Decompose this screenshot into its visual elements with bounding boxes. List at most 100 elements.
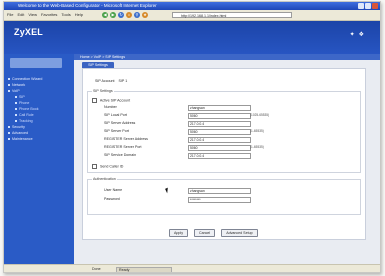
sip-field-input[interactable]: 217.0.0.4 xyxy=(188,121,251,127)
bullet-icon xyxy=(8,126,10,129)
menu-view[interactable]: View xyxy=(28,10,37,20)
sidebar-item-label: Network xyxy=(12,83,26,87)
bullet-icon xyxy=(8,84,10,87)
sip-field-input[interactable]: 5060 xyxy=(188,129,251,135)
sip-field-row: Number zhangsan xyxy=(98,105,298,111)
menu-file[interactable]: File xyxy=(7,10,13,20)
active-sip-label: Active SIP Account xyxy=(99,98,131,103)
bullet-icon xyxy=(15,108,17,111)
sidebar-menu: Connection Wizard Network VoIP SIP Phone Phon… xyxy=(8,76,70,142)
bullet-icon xyxy=(15,96,17,99)
sidebar-item-label: Tracking xyxy=(19,119,33,123)
wizard-icon[interactable]: ✦ xyxy=(350,31,355,38)
sidebar-item-label: Phone xyxy=(19,101,30,105)
bullet-icon xyxy=(15,120,17,123)
maximize-button[interactable] xyxy=(365,3,371,9)
refresh-icon[interactable]: ↻ xyxy=(118,12,124,18)
sip-field-input[interactable]: 5060 xyxy=(188,113,251,119)
sidebar-item-label: Security xyxy=(12,125,25,129)
auth-section-title: Authentication xyxy=(92,177,117,181)
sip-field-row: REGISTER Server Port 5060 (1-65535) xyxy=(98,145,298,151)
sip-field-input[interactable]: zhangsan xyxy=(188,105,251,111)
sip-section-title: SIP Settings xyxy=(92,89,114,93)
advanced-setup-button[interactable]: Advanced Setup xyxy=(221,229,258,237)
sip-field-hint: (1-65535) xyxy=(250,129,264,133)
menu-tools[interactable]: Tools xyxy=(61,10,70,20)
sidebar-item-label: SIP xyxy=(19,95,25,99)
bullet-icon xyxy=(8,132,10,135)
active-sip-row: Active SIP Account xyxy=(92,98,292,103)
menu-edit[interactable]: Edit xyxy=(17,10,24,20)
authentication-section: Authentication User Name zhangsan Password… xyxy=(87,177,361,215)
search-icon[interactable]: ⚲ xyxy=(134,12,140,18)
auth-field-row: Password ******** xyxy=(98,197,298,203)
sip-field-hint: (1025-65535) xyxy=(250,113,270,117)
bullet-icon xyxy=(15,102,17,105)
sip-field-row: SIP Local Port 5060 (1025-65535) xyxy=(98,113,298,119)
address-bar[interactable]: http://192.168.1.1/index.html xyxy=(172,12,292,18)
auth-field-input[interactable]: ******** xyxy=(188,197,251,203)
home-icon[interactable]: ⌂ xyxy=(126,12,132,18)
sip-field-hint: (1-65535) xyxy=(250,145,264,149)
sip-field-input[interactable]: 5060 xyxy=(188,145,251,151)
status-done: Done xyxy=(92,267,101,271)
sidebar-item-maintenance[interactable]: Maintenance xyxy=(8,136,70,142)
sidebar-item-label: Maintenance xyxy=(12,137,33,141)
sip-field-input[interactable]: 217.0.0.4 xyxy=(188,137,251,143)
bullet-icon xyxy=(8,138,10,141)
zyxel-logo: ZyXEL xyxy=(14,27,44,37)
settings-panel: SIP Account SIP 1 SIP Settings Active SI… xyxy=(82,68,366,240)
auth-field-label: Password xyxy=(104,197,120,201)
logout-icon[interactable]: ❖ xyxy=(359,31,364,38)
send-caller-id-row: Send Caller ID xyxy=(92,164,292,169)
sidebar-item-label: Call Rule xyxy=(19,113,34,117)
auth-field-row: User Name zhangsan xyxy=(98,188,298,194)
active-sip-checkbox[interactable] xyxy=(92,98,97,103)
favorites-icon[interactable]: ★ xyxy=(142,12,148,18)
sip-account-select[interactable]: SIP 1 xyxy=(119,79,128,83)
sidebar: Connection Wizard Network VoIP SIP Phone Phon… xyxy=(4,54,74,264)
sip-field-row: REGISTER Server Address 217.0.0.4 xyxy=(98,137,298,143)
header-icons: ✦ ❖ xyxy=(350,31,364,38)
sidebar-item-label: Advanced xyxy=(12,131,28,135)
main-content: Home > VoIP > SIP Settings SIP Settings … xyxy=(74,54,380,264)
breadcrumb: Home > VoIP > SIP Settings xyxy=(80,55,126,59)
window-controls xyxy=(358,3,378,9)
sip-field-label: SIP Local Port xyxy=(104,113,127,117)
button-row: Apply Cancel Advanced Setup xyxy=(169,229,258,237)
sip-settings-section: SIP Settings Active SIP Account Number zh… xyxy=(87,89,361,173)
apply-button[interactable]: Apply xyxy=(169,229,188,237)
nav-buttons: ◀ ▶ ↻ ⌂ ⚲ ★ xyxy=(102,12,148,18)
sip-field-label: SIP Server Port xyxy=(104,129,129,133)
menu-favorites[interactable]: Favorites xyxy=(41,10,57,20)
auth-field-label: User Name xyxy=(104,188,123,192)
sip-account-label: SIP Account xyxy=(95,79,115,83)
send-caller-id-checkbox[interactable] xyxy=(92,164,97,169)
window-title: Welcome to the Web-Based Configurator - … xyxy=(18,3,157,8)
sidebar-item-label: VoIP xyxy=(12,89,20,93)
cancel-button[interactable]: Cancel xyxy=(194,229,216,237)
status-bar: Done Ready xyxy=(4,264,380,272)
sidebar-logo xyxy=(10,58,62,68)
auth-field-input[interactable]: zhangsan xyxy=(188,188,251,194)
sidebar-item-label: Connection Wizard xyxy=(12,77,43,81)
zyxel-header: ZyXEL ✦ ❖ xyxy=(4,21,380,54)
bullet-icon xyxy=(15,114,17,117)
address-value: http://192.168.1.1/index.html xyxy=(181,14,227,18)
sip-field-row: SIP Service Domain 217.0.0.4 xyxy=(98,153,298,159)
sip-field-label: REGISTER Server Address xyxy=(104,137,148,141)
sidebar-item-label: Phone Book xyxy=(19,107,39,111)
minimize-button[interactable] xyxy=(358,3,364,9)
menu-bar: File Edit View Favorites Tools Help xyxy=(7,10,83,20)
bullet-icon xyxy=(8,90,10,93)
sip-field-label: REGISTER Server Port xyxy=(104,145,142,149)
sip-account-row: SIP Account SIP 1 xyxy=(95,79,127,83)
bullet-icon xyxy=(8,78,10,81)
forward-icon[interactable]: ▶ xyxy=(110,12,116,18)
sip-field-label: SIP Server Address xyxy=(104,121,136,125)
menu-help[interactable]: Help xyxy=(75,10,83,20)
back-icon[interactable]: ◀ xyxy=(102,12,108,18)
sip-field-label: Number xyxy=(104,105,117,109)
sip-field-input[interactable]: 217.0.0.4 xyxy=(188,153,251,159)
close-button[interactable] xyxy=(372,3,378,9)
